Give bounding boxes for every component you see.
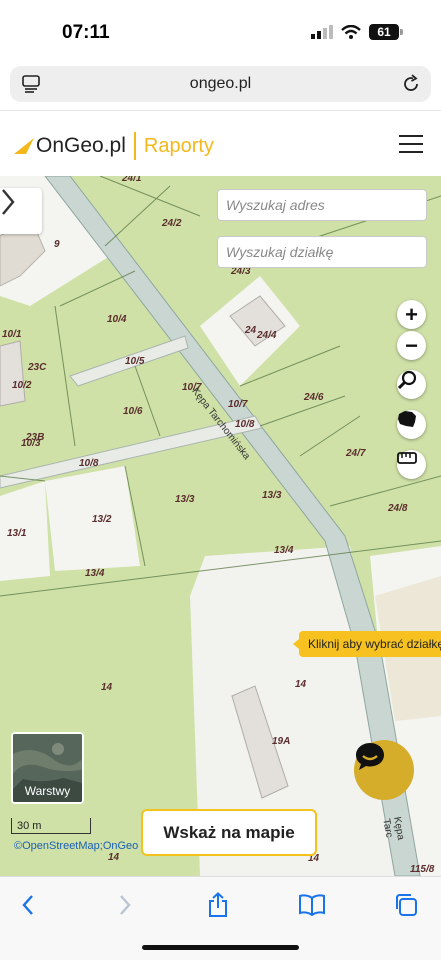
chevron-right-icon: [2, 189, 15, 215]
side-panel-toggle[interactable]: [0, 188, 42, 234]
parcel-label: 10/8: [235, 419, 255, 430]
wifi-icon: [341, 25, 361, 39]
parcel-label: 10/3: [21, 438, 41, 449]
poland-map-icon[interactable]: [397, 410, 426, 439]
parcel-label: 23C: [28, 362, 47, 373]
parcel-label: 10/7: [228, 399, 248, 410]
zoom-in-icon[interactable]: +: [397, 300, 426, 329]
select-parcel-tooltip: Kliknij aby wybrać działkę: [293, 631, 441, 657]
scale-label: 30 m: [17, 820, 42, 832]
status-icons: 61: [311, 24, 403, 40]
parcel-label: 14: [295, 679, 307, 690]
layers-label: Warstwy: [24, 784, 71, 798]
layers-button[interactable]: Warstwy: [11, 732, 84, 804]
url-bar[interactable]: ongeo.pl: [10, 66, 431, 102]
map-canvas[interactable]: 24/1 24/2 24/3 23 9 24/4 24 10/4 10/1 10…: [0, 176, 441, 876]
logo[interactable]: OnGeo.pl Raporty: [14, 132, 214, 160]
parcel-label: 9: [54, 239, 60, 250]
parcel-label: 24/6: [304, 392, 324, 403]
parcel-label: 10/5: [125, 356, 145, 367]
scale-bar: 30 m: [11, 818, 91, 834]
url-text[interactable]: ongeo.pl: [10, 75, 431, 93]
parcel-label: 13/1: [7, 528, 27, 539]
parcel-label: 10/6: [123, 406, 143, 417]
parcel-label: 19A: [272, 736, 291, 747]
parcel-label: 115/8: [410, 864, 435, 875]
reload-icon[interactable]: [401, 74, 421, 94]
parcel-label: 13/2: [92, 514, 112, 525]
parcel-label: 24/8: [388, 503, 408, 514]
status-bar: 07:11 61: [0, 0, 441, 62]
parcel-label: 24/7: [346, 448, 366, 459]
parcel-label: 24/1: [122, 176, 142, 184]
parcel-label: 14: [101, 682, 113, 693]
tabs-icon[interactable]: [390, 891, 422, 919]
parcel-label: 13/4: [85, 568, 105, 579]
forward-icon[interactable]: [109, 891, 141, 919]
logo-text: OnGeo.pl: [36, 134, 126, 157]
menu-icon[interactable]: [399, 135, 423, 155]
map-attribution[interactable]: ©OpenStreetMap;OnGeo: [14, 840, 138, 852]
page: 07:11 61 ongeo.pl OnGeo.pl Raporty 24/1 …: [0, 0, 441, 960]
show-on-map-button[interactable]: Wskaż na mapie: [141, 809, 317, 856]
parcel-label: 10/8: [79, 458, 99, 469]
parcel-label: 24/4: [257, 330, 277, 341]
parcel-label: 10/1: [2, 329, 22, 340]
site-header: OnGeo.pl Raporty: [0, 110, 441, 176]
logo-icon: [14, 138, 34, 154]
zoom-out-icon[interactable]: −: [397, 331, 426, 360]
parcel-label: 13/3: [175, 494, 195, 505]
battery-icon: 61: [369, 24, 403, 40]
chat-button[interactable]: [354, 740, 414, 800]
parcel-label: 10/4: [107, 314, 127, 325]
status-time: 07:11: [62, 22, 110, 43]
section-title[interactable]: Raporty: [144, 135, 214, 158]
back-icon[interactable]: [12, 891, 44, 919]
signal-icon: [311, 25, 333, 39]
parcel-label: 24/2: [162, 218, 182, 229]
logo-separator: [133, 132, 136, 160]
parcel-label: 24: [245, 325, 257, 336]
parcel-label: 14: [108, 852, 120, 863]
chat-icon: [356, 743, 384, 770]
parcel-search-input[interactable]: Wyszukaj działkę: [217, 236, 427, 268]
share-icon[interactable]: [202, 891, 234, 919]
parcel-label: 10/2: [12, 380, 32, 391]
parcel-label: 13/4: [274, 545, 294, 556]
parcel-label: 13/3: [262, 490, 282, 501]
measure-icon[interactable]: [397, 450, 426, 479]
home-indicator[interactable]: [142, 945, 299, 950]
bookmarks-icon[interactable]: [296, 891, 328, 919]
search-icon[interactable]: [397, 370, 426, 399]
address-search-input[interactable]: Wyszukaj adres: [217, 189, 427, 221]
